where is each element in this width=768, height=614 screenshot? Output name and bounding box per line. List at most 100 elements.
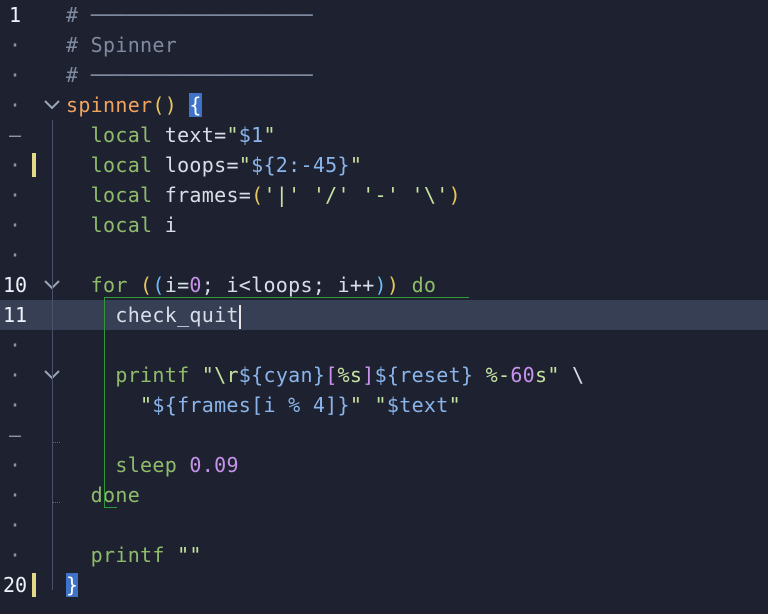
editor-line[interactable]: · local frames=('|' '/' '-' '\'): [0, 180, 768, 210]
code-token: local: [66, 183, 165, 207]
code-token: ": [349, 153, 363, 177]
editor-line[interactable]: · # ──────────────────: [0, 60, 768, 90]
code-token: ": [66, 393, 153, 417]
scope-outline-top-edge: [104, 297, 468, 298]
line-number: –: [8, 123, 22, 147]
editor-line[interactable]: 11 check_quit: [0, 300, 768, 330]
editor-line[interactable]: · done: [0, 480, 768, 510]
code-token: ": [226, 123, 239, 147]
line-number: 11: [2, 303, 28, 327]
code-token: %-: [473, 363, 511, 387]
code-token: printf: [66, 363, 202, 387]
code-token: ): [448, 183, 461, 207]
editor-line[interactable]: · local loops="${2:-45}": [0, 150, 768, 180]
code-token: %s: [337, 363, 363, 387]
code-token: $text: [386, 393, 449, 417]
editor-line[interactable]: · printf "": [0, 540, 768, 570]
code-token: check_quit: [66, 303, 239, 327]
code-token: local: [66, 123, 165, 147]
code-token: ${reset}: [374, 363, 474, 387]
code-token: ): [374, 273, 387, 297]
line-number: 20: [2, 573, 28, 597]
code-token: local: [66, 153, 165, 177]
line-number: ·: [8, 393, 22, 417]
code-token: i: [164, 213, 178, 237]
code-line-text: for ((i=0; i<loops; i++)) do: [66, 270, 436, 300]
editor-line[interactable]: · spinner() {: [0, 90, 768, 120]
line-number: 1: [8, 3, 22, 27]
git-modified-marker: [32, 573, 36, 597]
code-token: # Spinner: [66, 33, 178, 57]
fold-guide-end-printf: [52, 442, 60, 443]
matched-brace: }: [66, 573, 79, 597]
code-token: (: [140, 273, 153, 297]
code-line-text: # ──────────────────: [66, 0, 313, 30]
code-token: ": [448, 393, 461, 417]
code-token: i=: [164, 273, 190, 297]
line-number: 10: [2, 273, 28, 297]
code-token: ${frames[i % 4]}: [152, 393, 350, 417]
code-token: #: [66, 3, 91, 27]
code-line-text: local loops="${2:-45}": [66, 150, 362, 180]
code-line-text: spinner() {: [66, 90, 202, 120]
code-token: ──────────────────: [90, 63, 313, 87]
code-line-text: }: [66, 570, 79, 600]
line-number: ·: [8, 63, 22, 87]
editor-line[interactable]: ·: [0, 240, 768, 270]
code-line-text: sleep 0.09: [66, 450, 239, 480]
code-line-text: check_quit: [66, 300, 241, 330]
fold-guide-end-for: [52, 502, 60, 503]
code-line-text: done: [66, 480, 140, 510]
code-token: ": [263, 123, 276, 147]
editor-line[interactable]: ·: [0, 510, 768, 540]
code-line-text: printf "\r${cyan}[%s]${reset} %-60s" \: [66, 360, 584, 390]
code-token: "": [177, 543, 202, 567]
code-token: ${2:-45}: [251, 153, 350, 177]
code-token: ": [238, 153, 252, 177]
code-token: ; i<loops; i++: [201, 273, 375, 297]
editor-line[interactable]: 20}: [0, 570, 768, 600]
code-line-text: local text="$1": [66, 120, 276, 150]
code-token: 0.09: [189, 453, 239, 477]
editor-line[interactable]: · # Spinner: [0, 30, 768, 60]
chevron-down-icon[interactable]: [42, 96, 62, 114]
matched-brace: {: [189, 93, 202, 117]
text-cursor: [238, 304, 241, 329]
code-token: ]: [362, 363, 375, 387]
line-number: ·: [8, 333, 22, 357]
code-token: " ": [349, 393, 387, 417]
code-token: loops=: [164, 153, 239, 177]
editor-line[interactable]: – local text="$1": [0, 120, 768, 150]
editor-line[interactable]: · "${frames[i % 4]}" "$text": [0, 390, 768, 420]
line-number: ·: [8, 213, 22, 237]
code-line-text: local frames=('|' '/' '-' '\'): [66, 180, 461, 210]
code-token: text=: [164, 123, 227, 147]
editor-line[interactable]: · local i: [0, 210, 768, 240]
code-token: for: [66, 273, 141, 297]
code-token: #: [66, 63, 91, 87]
code-token: ${cyan}: [238, 363, 326, 387]
editor-line[interactable]: –: [0, 420, 768, 450]
code-token: (): [152, 93, 178, 117]
editor-line[interactable]: 10 for ((i=0; i<loops; i++)) do: [0, 270, 768, 300]
code-line-text: printf "": [66, 540, 202, 570]
code-token: 60: [510, 363, 536, 387]
code-token: printf: [66, 543, 178, 567]
code-line-text: local i: [66, 210, 177, 240]
line-number: ·: [8, 93, 22, 117]
line-number: –: [8, 423, 22, 447]
editor-line[interactable]: · printf "\r${cyan}[%s]${reset} %-60s" \: [0, 360, 768, 390]
editor-line[interactable]: 1 # ──────────────────: [0, 0, 768, 30]
code-token: do: [399, 273, 437, 297]
code-token: '|' '/' '-' '\': [263, 183, 449, 207]
editor-line[interactable]: · sleep 0.09: [0, 450, 768, 480]
code-token: spinner: [66, 93, 153, 117]
fold-guide-for: [52, 300, 53, 502]
line-number: ·: [8, 33, 22, 57]
editor-line[interactable]: ·: [0, 330, 768, 360]
code-editor[interactable]: 1 # ────────────────── · # Spinner · # ──────…: [0, 0, 768, 614]
code-token: frames=: [164, 183, 252, 207]
line-number: ·: [8, 243, 22, 267]
code-token: [: [325, 363, 338, 387]
code-token: 0: [189, 273, 202, 297]
